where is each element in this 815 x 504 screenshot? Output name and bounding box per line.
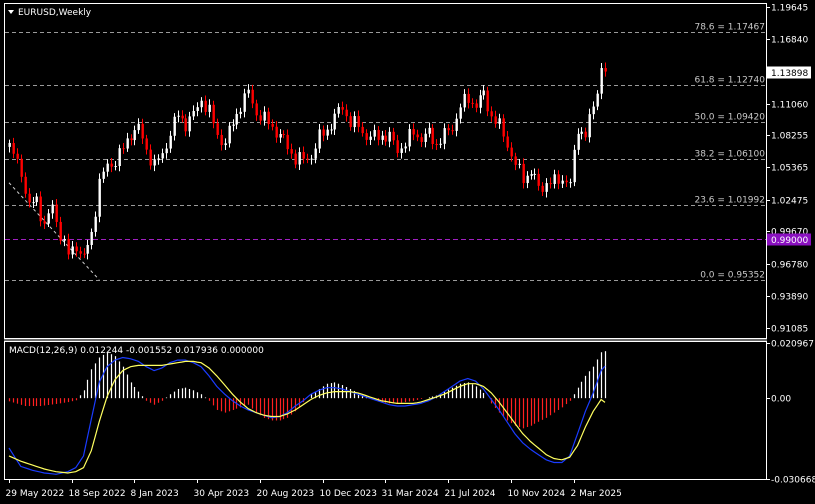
panel-separator[interactable] (4, 339, 767, 341)
time-tick-label: 18 Sep 2022 (69, 489, 126, 499)
fib-label: 78.6 = 1.17467 (694, 23, 765, 33)
time-tick-label: 21 Jul 2024 (445, 489, 496, 499)
fib-label: 23.6 = 1.01992 (694, 196, 765, 206)
time-tick-label: 10 Nov 2024 (508, 489, 566, 499)
fib-label: 50.0 = 1.09420 (694, 113, 765, 123)
price-tick-label: 0.96780 (771, 261, 808, 271)
symbol-title[interactable]: EURUSD,Weekly (8, 8, 92, 18)
price-tick-label: 0.93890 (771, 293, 808, 303)
macd-tick-label: 0.020967 (771, 340, 814, 350)
candle (98, 173, 101, 223)
price-tick-label: 1.02475 (771, 197, 808, 207)
macd-tick-label: -0.030668 (771, 476, 815, 486)
macd-label: MACD(12,26,9) 0.012244 -0.001552 0.01793… (9, 346, 264, 356)
fib-label: 0.0 = 0.95352 (700, 271, 765, 281)
level-price-label: 0.99000 (771, 236, 808, 246)
time-tick-label: 31 Mar 2024 (382, 489, 439, 499)
chart-background (0, 0, 815, 504)
time-tick-label: 2 Mar 2025 (571, 489, 622, 499)
candle (573, 144, 576, 187)
price-tick-label: 1.05365 (771, 164, 808, 174)
fib-label: 61.8 = 1.12740 (694, 76, 765, 86)
price-tick-label: 1.08255 (771, 132, 808, 142)
price-tick-label: 0.91085 (771, 325, 808, 335)
price-tick-label: 1.19645 (771, 4, 808, 14)
time-tick-label: 29 May 2022 (6, 489, 65, 499)
time-tick-label: 8 Jan 2023 (131, 489, 179, 499)
time-tick-label: 20 Aug 2023 (257, 489, 315, 499)
current-price-label: 1.13898 (771, 69, 808, 79)
time-tick-label: 30 Apr 2023 (194, 489, 250, 499)
price-tick-label: 1.16840 (771, 36, 808, 46)
macd-tick-label: 0.00 (771, 395, 791, 405)
chart-title: EURUSD,Weekly (18, 8, 92, 18)
fib-label: 38.2 = 1.06100 (694, 150, 765, 160)
chart-window[interactable]: 78.6 = 1.17467 61.8 = 1.12740 50.0 = 1.094… (0, 0, 815, 504)
candle (39, 191, 42, 227)
price-tick-label: 1.11060 (771, 101, 808, 111)
time-tick-label: 10 Dec 2023 (320, 489, 378, 499)
